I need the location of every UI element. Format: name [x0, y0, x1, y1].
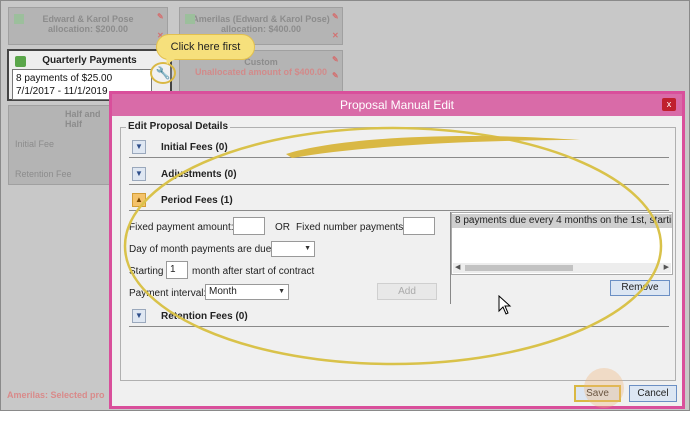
scrollbar-thumb[interactable]	[465, 265, 573, 271]
card-title: Edward & Karol Pose	[42, 14, 134, 24]
selection-note: Amerilas: Selected pro	[7, 390, 105, 400]
chevron-right-icon[interactable]: ▶	[664, 263, 669, 273]
chevron-left-icon[interactable]: ◀	[455, 263, 460, 273]
section-label: Period Fees (1)	[161, 195, 233, 206]
list-item[interactable]: 8 payments due every 4 months on the 1st…	[452, 214, 672, 228]
card-line: Initial Fee	[15, 139, 55, 149]
starting-suffix: month after start of contract	[192, 266, 315, 277]
chevron-down-icon[interactable]: ▼	[132, 167, 146, 181]
chevron-down-icon[interactable]: ▼	[132, 140, 146, 154]
chevron-down-icon: ▼	[278, 288, 285, 295]
section-period-fees[interactable]: ▲ Period Fees (1)	[129, 191, 669, 211]
wrench-icon[interactable]: ✎	[332, 72, 339, 80]
section-initial-fees[interactable]: ▼ Initial Fees (0)	[129, 138, 669, 158]
cancel-button[interactable]: Cancel	[629, 385, 677, 402]
section-retention-fees[interactable]: ▼ Retention Fees (0)	[129, 307, 669, 327]
close-icon[interactable]: x	[662, 98, 676, 111]
edit-icon[interactable]: ✎	[332, 56, 339, 64]
group-label: Edit Proposal Details	[126, 121, 231, 132]
card-subtitle: allocation: $400.00	[220, 24, 302, 34]
card-title: Half and Half	[65, 109, 101, 129]
chevron-up-icon[interactable]: ▲	[132, 193, 146, 207]
period-fee-list-panel: 8 payments due every 4 months on the 1st…	[450, 212, 676, 304]
remove-button[interactable]: Remove	[610, 280, 670, 296]
card-title: Quarterly Payments	[42, 55, 137, 66]
proposal-manual-edit-dialog: Proposal Manual Edit x Edit Proposal Det…	[109, 91, 685, 409]
leaf-icon	[185, 14, 195, 24]
starting-label: Starting	[129, 266, 164, 277]
card-line: Retention Fee	[15, 169, 72, 179]
edit-icon[interactable]: ✎	[332, 13, 339, 21]
edit-icon[interactable]: ✎	[157, 13, 164, 21]
allocation-card-half[interactable]: Half and Half Initial Fee Retention Fee	[8, 105, 110, 185]
horizontal-scrollbar[interactable]: ◀ ▶	[453, 263, 671, 273]
dialog-title: Proposal Manual Edit	[112, 94, 682, 116]
chevron-down-icon[interactable]: ▼	[132, 309, 146, 323]
payment-count: 8 payments of $25.00	[16, 73, 113, 84]
starting-month-input[interactable]: 1	[166, 261, 188, 279]
section-label: Adjustments (0)	[161, 169, 237, 180]
save-button[interactable]: Save	[574, 385, 621, 402]
section-adjustments[interactable]: ▼ Adjustments (0)	[129, 165, 669, 185]
payment-interval-select[interactable]: Month ▼	[205, 284, 289, 300]
fixed-amount-label: Fixed payment amount:	[129, 222, 234, 233]
or-label: OR	[275, 222, 290, 233]
mouse-cursor-icon	[498, 295, 512, 315]
payment-interval-value: Month	[209, 286, 237, 297]
wrench-glyph: 🔧	[155, 66, 171, 80]
fixed-number-input[interactable]	[403, 217, 435, 235]
fixed-amount-input[interactable]	[233, 217, 265, 235]
section-label: Retention Fees (0)	[161, 311, 248, 322]
allocation-card-edward[interactable]: Edward & Karol Pose allocation: $200.00 …	[8, 7, 168, 45]
edit-proposal-details-group: Edit Proposal Details ▼ Initial Fees (0)…	[120, 121, 676, 381]
leaf-icon	[14, 14, 24, 24]
card-title: Amerilas (Edward & Karol Pose)	[192, 14, 330, 24]
day-of-month-select[interactable]: ▼	[271, 241, 315, 257]
period-fee-list[interactable]: 8 payments due every 4 months on the 1st…	[451, 212, 673, 275]
chevron-down-icon: ▼	[304, 245, 311, 252]
card-subtitle: allocation: $200.00	[47, 24, 129, 34]
add-button[interactable]: Add	[377, 283, 437, 300]
close-icon[interactable]: ✕	[332, 32, 339, 40]
card-subtitle: Unallocated amount of $400.00	[194, 67, 328, 77]
section-label: Initial Fees (0)	[161, 142, 228, 153]
day-of-month-label: Day of month payments are due:	[129, 244, 275, 255]
payment-interval-label: Payment interval:	[129, 288, 207, 299]
fixed-number-label: Fixed number payments:	[296, 222, 407, 233]
